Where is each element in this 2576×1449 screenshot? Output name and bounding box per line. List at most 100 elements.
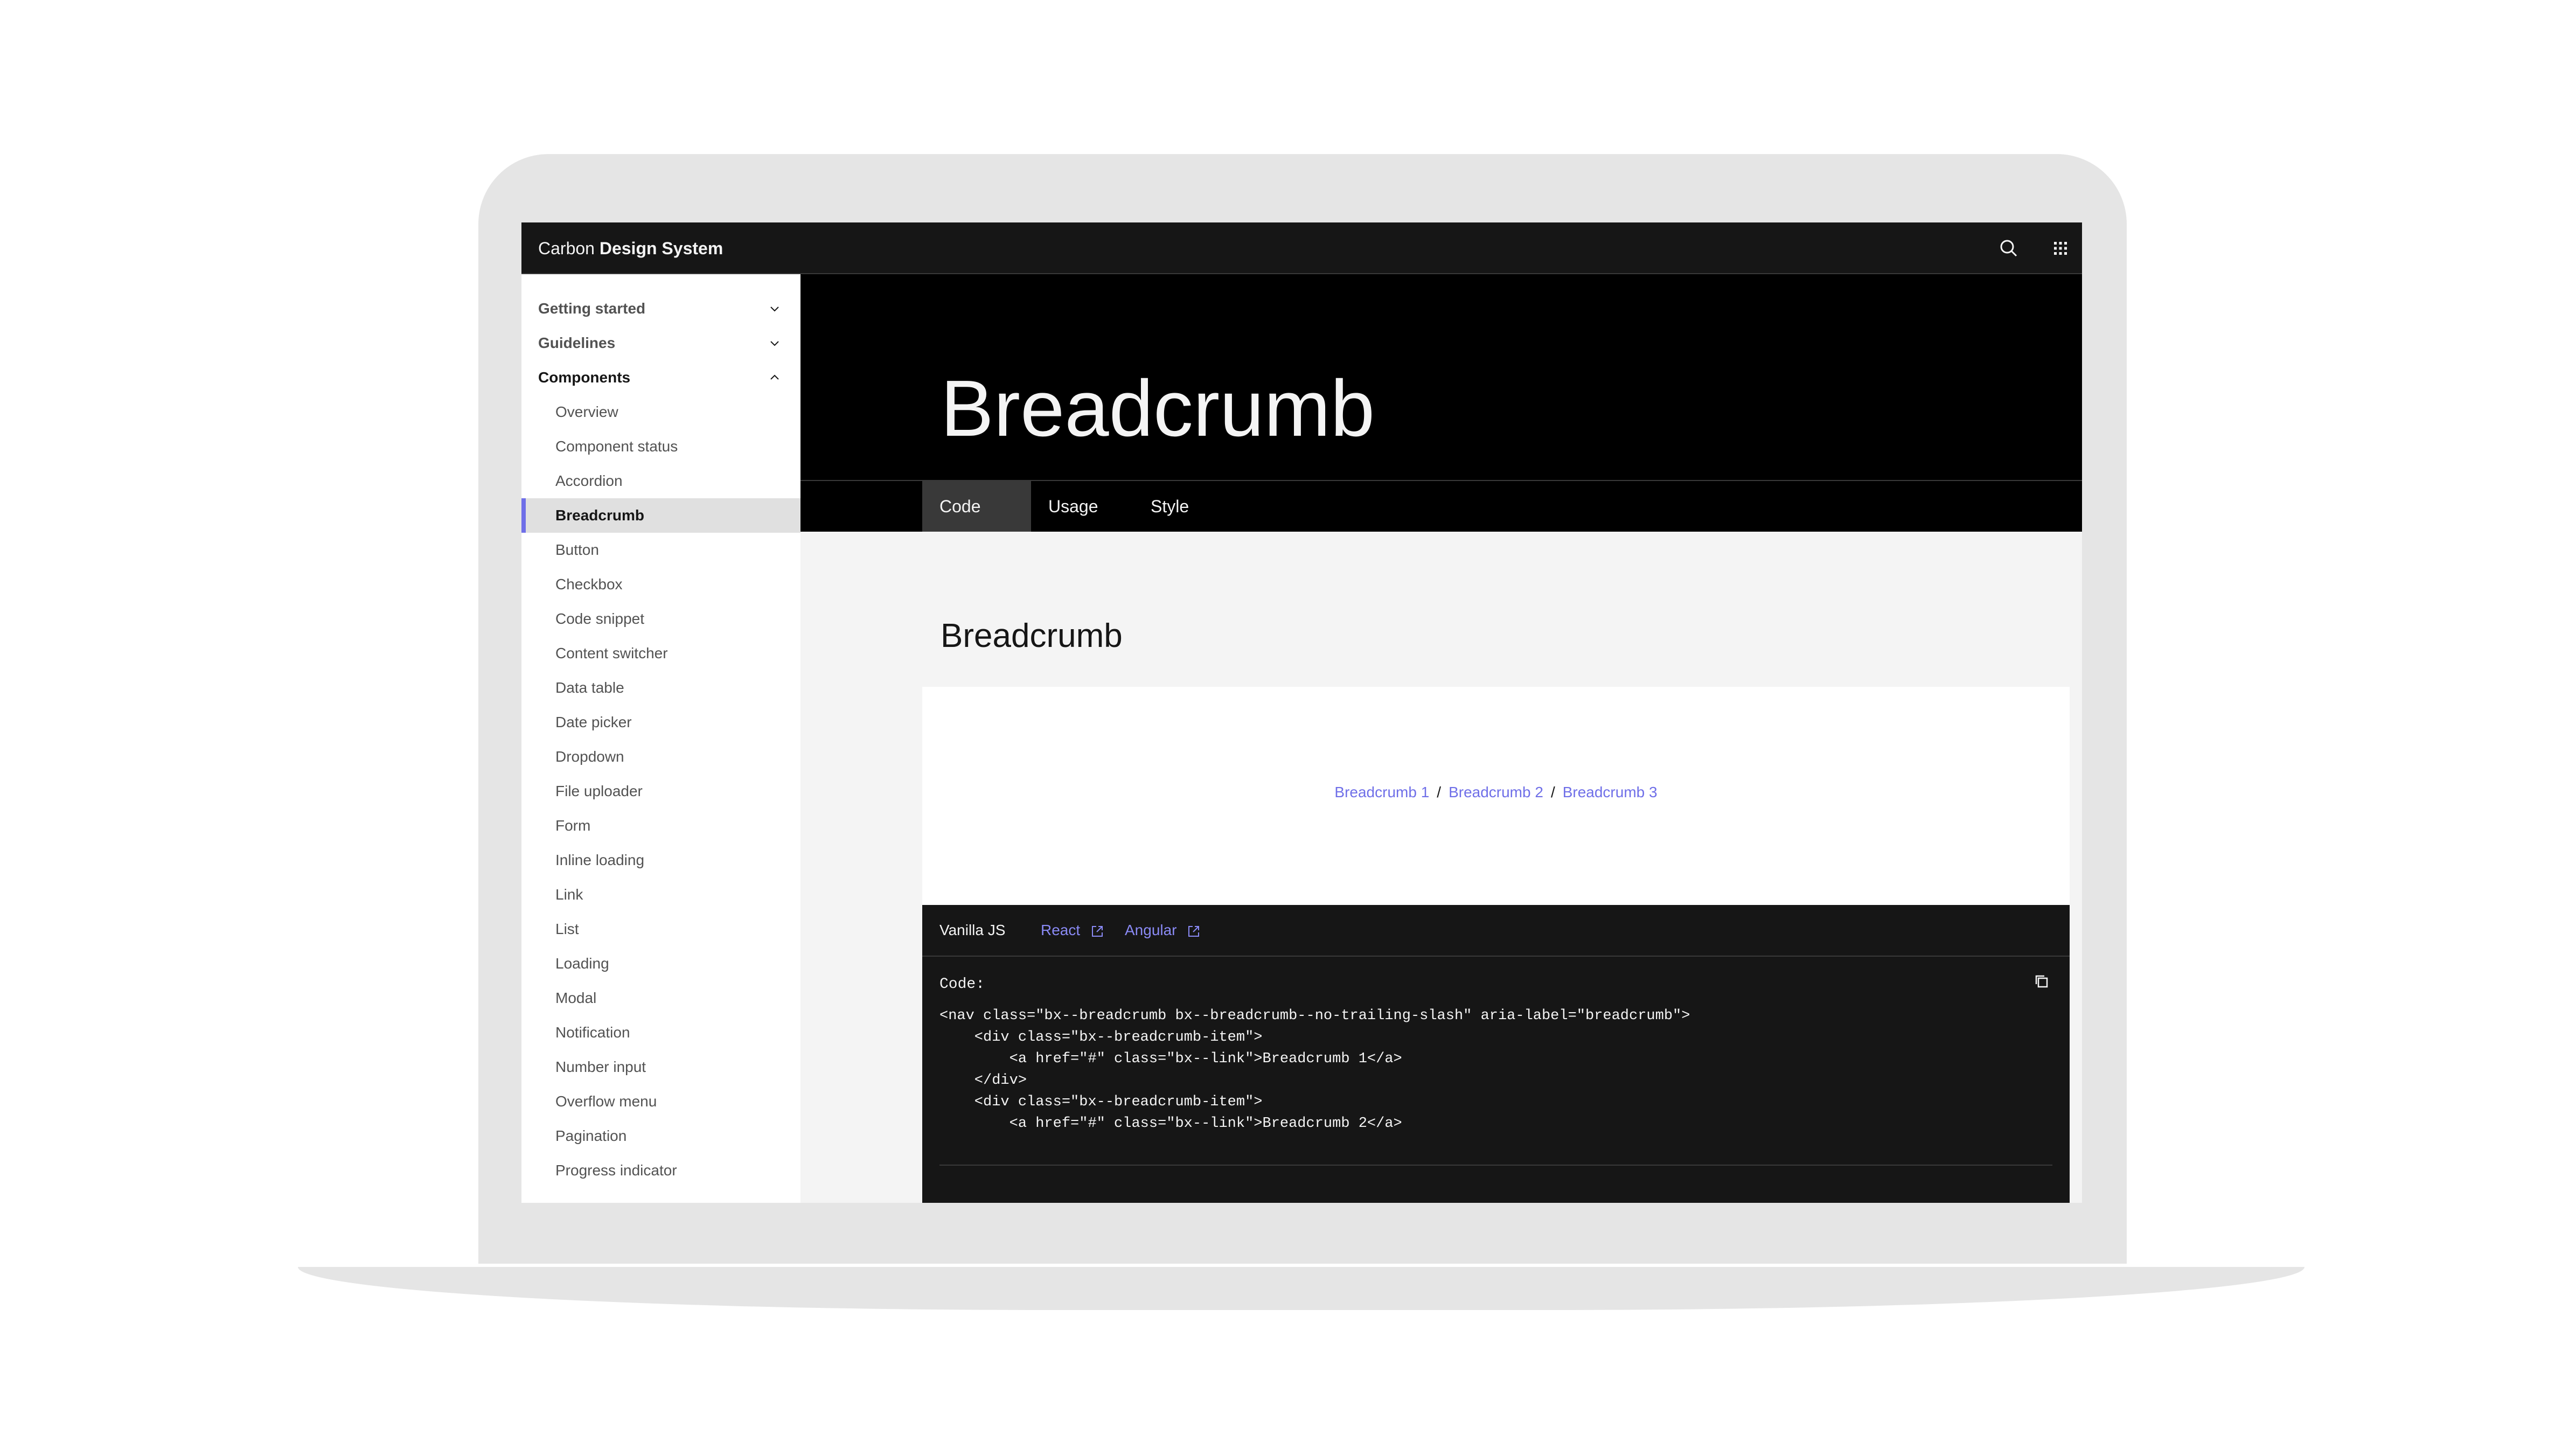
tab-usage[interactable]: Usage [1031,481,1133,532]
sidebar-item-label: Notification [555,1024,630,1041]
sidebar-item-label: Content switcher [555,645,668,661]
sidebar-item-label: Date picker [555,714,632,730]
sidebar-item-label: Component status [555,438,678,455]
code-divider [939,1165,2052,1166]
laptop-base [298,1267,2305,1310]
sidebar-item-overflow-menu[interactable]: Overflow menu [521,1084,800,1119]
copy-button[interactable] [2031,971,2052,992]
tab-react[interactable]: React [1041,905,1105,956]
sidebar-item-date-picker[interactable]: Date picker [521,705,800,740]
sidebar-item-content-switcher[interactable]: Content switcher [521,636,800,671]
code-line: <nav class="bx--breadcrumb bx--breadcrum… [939,1008,1690,1024]
sidebar-item-progress-indicator[interactable]: Progress indicator [521,1153,800,1188]
nav-category-guidelines[interactable]: Guidelines [521,326,800,360]
tab-react-label: React [1041,922,1081,938]
code-line: <div class="bx--breadcrumb-item"> [939,1029,1263,1046]
sidebar-item-form[interactable]: Form [521,809,800,843]
sidebar-item-loading[interactable]: Loading [521,946,800,981]
chevron-down-icon [770,341,779,346]
sidebar-item-inline-loading[interactable]: Inline loading [521,843,800,877]
nav-category-label: Components [538,369,631,386]
nav-category-label: Guidelines [538,335,616,351]
chevron-up-icon [770,374,779,380]
breadcrumb-separator: / [1437,784,1442,800]
app-window: Carbon Design System Getting started Gui… [521,222,2082,1203]
sidebar-item-button[interactable]: Button [521,533,800,567]
sidebar-item-data-table[interactable]: Data table [521,671,800,705]
sidebar-item-label: Dropdown [555,748,624,765]
breadcrumb-link-1[interactable]: Breadcrumb 1 [1334,784,1429,800]
sidebar-item-label: Form [555,817,591,834]
sidebar-item-label: Inline loading [555,852,645,868]
launch-icon [1188,925,1200,937]
sidebar-item-component-status[interactable]: Component status [521,429,800,464]
sidebar-item-checkbox[interactable]: Checkbox [521,567,800,602]
component-demo: Breadcrumb 1 / Breadcrumb 2 / Breadcrumb 3 [922,687,2070,905]
sidebar-item-overview[interactable]: Overview [521,395,800,429]
code-line: <a href="#" class="bx--link">Breadcrumb … [939,1051,1402,1067]
sidebar-item-label: Breadcrumb [555,507,644,524]
sidebar-item-label: Link [555,886,583,903]
sidebar-item-label: Overview [555,403,618,420]
sidebar-item-label: Data table [555,679,624,696]
code-snippet[interactable]: <nav class="bx--breadcrumb bx--breadcrum… [939,1005,2049,1145]
sidebar-item-label: Modal [555,990,597,1006]
sidebar-item-label: Button [555,541,599,558]
search-icon [2000,240,2017,257]
nav-category-getting-started[interactable]: Getting started [521,291,800,326]
sidebar-item-accordion[interactable]: Accordion [521,464,800,498]
code-tabs: Vanilla JS React Angular [922,905,2070,957]
main-content: Breadcrumb Code Usage Style Breadcrumb B… [800,274,2082,1203]
sidebar-item-label: Progress indicator [555,1162,677,1179]
nav-category-label: Getting started [538,300,646,317]
nav-category-components[interactable]: Components [521,360,800,395]
page-tabs: Code Usage Style [800,480,2082,532]
tab-label: Code [939,497,981,516]
search-button[interactable] [1996,235,2022,261]
sidebar-item-link[interactable]: Link [521,877,800,912]
sidebar-item-label: Accordion [555,472,623,489]
breadcrumb-link-3[interactable]: Breadcrumb 3 [1563,784,1658,800]
tab-angular-label: Angular [1125,922,1177,938]
sidebar-item-label: List [555,921,579,937]
sidebar-item-label: Number input [555,1058,646,1075]
breadcrumb-link-2[interactable]: Breadcrumb 2 [1449,784,1543,800]
sidebar-item-label: Loading [555,955,609,972]
sidebar-item-label: Code snippet [555,610,645,627]
breadcrumb-separator: / [1550,784,1555,800]
breadcrumb: Breadcrumb 1 / Breadcrumb 2 / Breadcrumb 3 [922,782,2070,803]
brand-name-bold: Design System [599,239,723,258]
sidebar-item-label: Pagination [555,1127,627,1144]
tab-label: Usage [1048,497,1098,516]
code-line: <div class="bx--breadcrumb-item"> [939,1094,1263,1110]
sidebar-item-code-snippet[interactable]: Code snippet [521,602,800,636]
sidebar-item-breadcrumb[interactable]: Breadcrumb [521,498,800,533]
sidebar-item-pagination[interactable]: Pagination [521,1119,800,1153]
app-switcher-button[interactable] [2048,235,2073,261]
tab-vanilla-js[interactable]: Vanilla JS [939,905,1005,956]
code-label: Code: [939,976,985,993]
tab-angular[interactable]: Angular [1125,905,1201,956]
sidebar-item-label: Checkbox [555,576,623,593]
tab-style[interactable]: Style [1133,481,1236,532]
sidebar-item-notification[interactable]: Notification [521,1015,800,1050]
sidebar-item-label: Overflow menu [555,1093,657,1110]
sidebar-item-number-input[interactable]: Number input [521,1050,800,1084]
top-header: Carbon Design System [521,222,2082,274]
copy-icon [2035,975,2048,988]
tab-code[interactable]: Code [922,481,1031,532]
chevron-down-icon [770,306,779,312]
page-title: Breadcrumb [941,364,1375,453]
sidebar-item-list[interactable]: List [521,912,800,946]
tab-label: Style [1151,497,1189,516]
brand-logo[interactable]: Carbon Design System [538,222,723,274]
sidebar-item-modal[interactable]: Modal [521,981,800,1015]
code-line: </div> [939,1072,1027,1089]
code-panel: Vanilla JS React Angular Code: <nav clas… [922,905,2070,1203]
code-line: <a href="#" class="bx--link">Breadcrumb … [939,1116,1402,1132]
sidebar-item-file-uploader[interactable]: File uploader [521,774,800,809]
sidebar-item-label: File uploader [555,783,643,799]
section-heading: Breadcrumb [941,617,1123,654]
sidebar-item-dropdown[interactable]: Dropdown [521,740,800,774]
launch-icon [1091,925,1103,937]
